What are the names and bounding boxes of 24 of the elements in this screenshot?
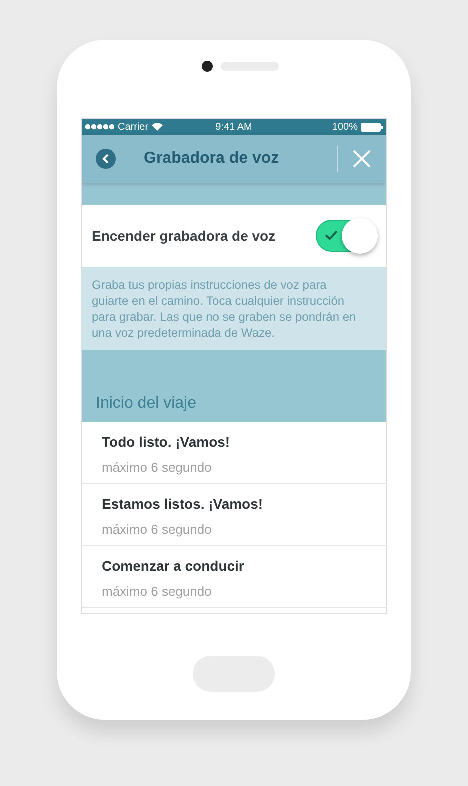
back-button[interactable] (96, 149, 116, 169)
camera-icon (202, 60, 212, 72)
voice-recorder-switch[interactable] (316, 220, 376, 252)
header-title: Grabadora de voz (144, 149, 280, 169)
item-title: Estamos listos. ¡Vamos! (102, 495, 264, 514)
item-title: Todo listo. ¡Vamos! (102, 433, 232, 452)
toggle-label: Encender grabadora de voz (92, 226, 277, 246)
signal-icon (85, 124, 115, 130)
switch-thumb (342, 218, 378, 254)
wifi-icon (152, 123, 163, 131)
description-text: Graba tus propias instrucciones de voz para guiarte en el camino. Toca cualquier instrucción para grabar. Las que no se graben se pondrán en una voz predeterminada de Waze. (92, 277, 358, 341)
item-subtitle: máximo 6 segundo (102, 459, 213, 477)
time-label: 9:41 AM (214, 120, 254, 134)
section-title: Inicio del viaje (96, 394, 196, 414)
item-subtitle: máximo 6 segundo (102, 583, 213, 601)
item-title: Comenzar a conducir (102, 557, 246, 576)
close-button[interactable] (352, 149, 372, 169)
battery-icon (361, 122, 383, 132)
carrier-label: Carrier (118, 120, 149, 134)
check-icon (325, 230, 338, 241)
close-icon (353, 150, 371, 168)
battery-label: 100% (332, 120, 358, 134)
item-subtitle: máximo 6 segundo (102, 521, 213, 539)
back-icon (102, 154, 110, 164)
